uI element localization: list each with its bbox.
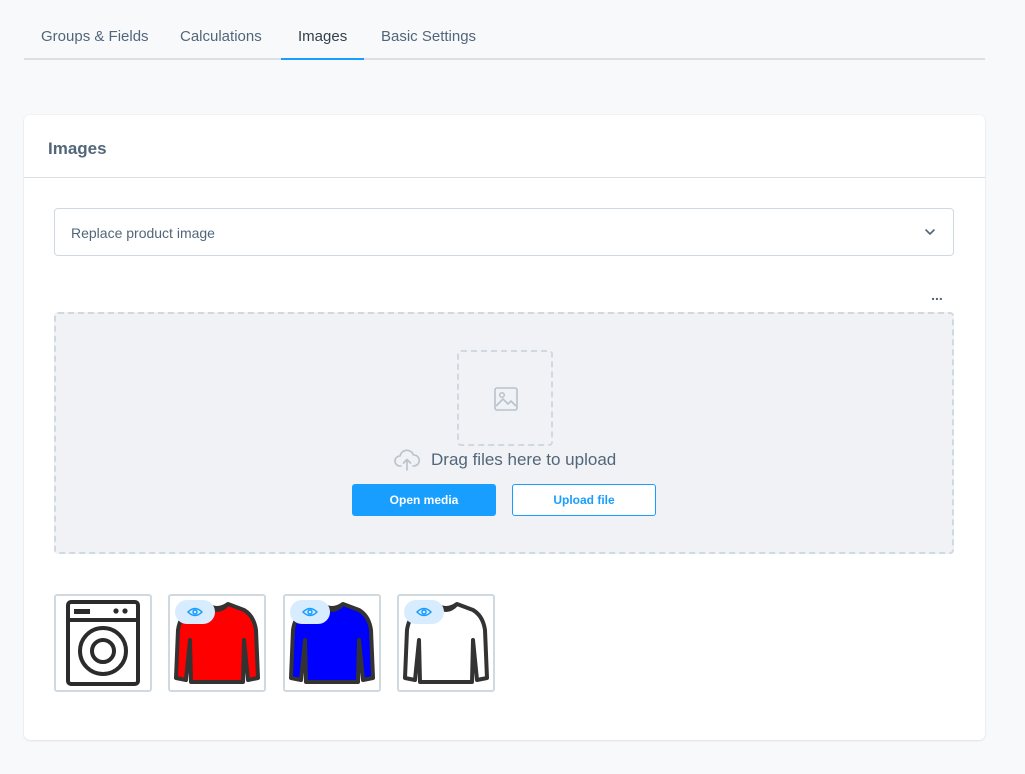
cloud-upload-icon — [394, 449, 420, 471]
image-placeholder — [457, 350, 553, 446]
thumbnail-white-shirt[interactable] — [397, 594, 495, 692]
card-header: Images — [24, 115, 985, 178]
image-icon — [494, 387, 518, 411]
tab-bar: Groups & Fields Calculations Images Basi… — [24, 20, 985, 60]
thumbnail-red-shirt[interactable] — [168, 594, 266, 692]
card-title: Images — [48, 139, 107, 158]
drag-hint: Drag files here to upload — [394, 448, 616, 472]
select-value: Replace product image — [71, 225, 215, 241]
eye-icon — [416, 607, 432, 617]
visibility-badge[interactable] — [175, 600, 215, 624]
eye-icon — [302, 607, 318, 617]
more-options-button[interactable]: ... — [928, 288, 946, 305]
thumbnail-blue-shirt[interactable] — [283, 594, 381, 692]
images-card: Images Replace product image ... Drag fi… — [24, 115, 985, 740]
open-media-button[interactable]: Open media — [352, 484, 496, 516]
thumbnail-washing-machine[interactable] — [54, 594, 152, 692]
visibility-badge[interactable] — [404, 600, 444, 624]
upload-dropzone[interactable]: Drag files here to upload Open media Upl… — [54, 312, 954, 554]
eye-icon — [187, 607, 203, 617]
tab-basic-settings[interactable]: Basic Settings — [381, 28, 476, 45]
washing-machine-icon — [66, 600, 140, 686]
visibility-badge[interactable] — [290, 600, 330, 624]
chevron-down-icon — [925, 229, 935, 235]
active-tab-indicator — [281, 58, 364, 60]
tab-calculations[interactable]: Calculations — [180, 28, 262, 45]
tab-groups-fields[interactable]: Groups & Fields — [41, 28, 149, 45]
tab-images[interactable]: Images — [298, 28, 347, 45]
drag-text: Drag files here to upload — [431, 450, 617, 469]
image-behaviour-select[interactable]: Replace product image — [54, 208, 954, 256]
upload-file-button[interactable]: Upload file — [512, 484, 656, 516]
